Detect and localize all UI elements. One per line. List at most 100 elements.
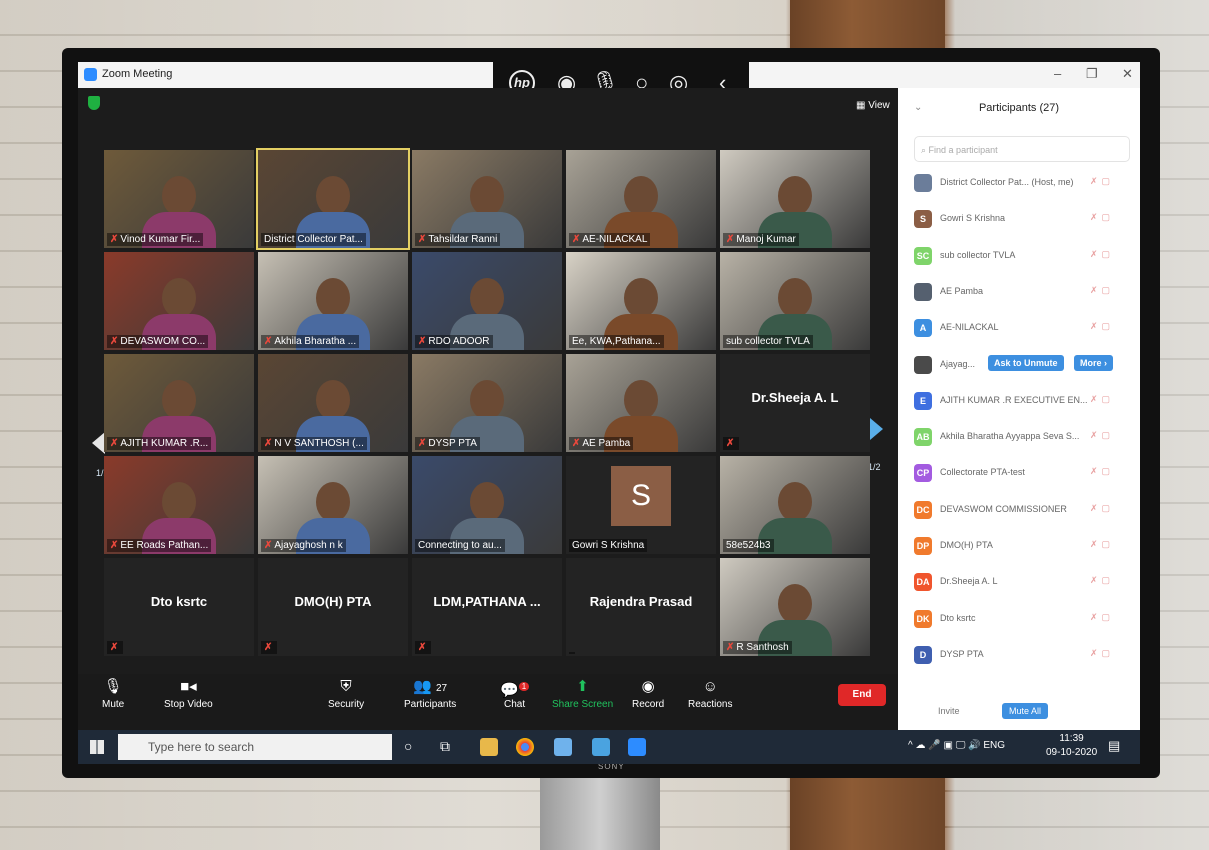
video-tile[interactable]: Connecting to au... [412,456,562,554]
taskbar-search-input[interactable]: Type here to search [118,734,392,760]
reactions-button[interactable]: ☺ Reactions [688,678,732,710]
system-tray[interactable]: ^ ☁ 🎤 ▣ 🖵 🔊 ENG [908,740,1005,751]
participant-name: DYSP PTA [940,648,984,659]
video-tile[interactable]: ✗ AE Pamba [566,354,716,452]
video-tile[interactable]: ✗ DYSP PTA [412,354,562,452]
encryption-shield-icon[interactable] [88,96,100,110]
windows-start-icon[interactable] [90,740,104,754]
video-tile[interactable]: ✗ RDO ADOOR [412,252,562,350]
more-button[interactable]: More › [1074,354,1113,371]
share-screen-icon: ⬆ [576,678,589,695]
participant-row[interactable]: E AJITH KUMAR .R EXECUTIVE EN... ✗▢ [914,386,1134,416]
task-view-icon[interactable]: ⧉ [440,738,458,756]
record-button[interactable]: ◉ Record [632,678,664,710]
file-explorer-icon[interactable] [480,738,498,756]
participant-face [778,176,812,216]
participant-row[interactable]: SC sub collector TVLA ✗▢ [914,241,1134,271]
security-button[interactable]: ⛨ Security [328,678,364,710]
mic-video-status-icon: ✗▢ [1090,321,1115,332]
video-tile[interactable]: sub collector TVLA [720,252,870,350]
tile-name-label: 58e524b3 [723,539,774,552]
tile-name-label: ✗ AE-NILACKAL [569,233,651,246]
participant-row[interactable]: DP DMO(H) PTA ✗▢ [914,531,1134,561]
participant-row[interactable]: Ajayag... Ask to Unmute More › [914,350,1134,380]
avatar: S [611,466,671,526]
video-tile[interactable]: ✗ Tahsildar Ranni [412,150,562,248]
video-tile[interactable]: Dto ksrtc ✗ [104,558,254,656]
video-tile[interactable]: ✗ N V SANTHOSH (... [258,354,408,452]
end-meeting-button[interactable]: End [838,684,886,706]
participant-row[interactable]: District Collector Pat... (Host, me) ✗▢ [914,168,1134,198]
tile-name-label: ✗ Tahsildar Ranni [415,233,501,246]
minimize-button[interactable]: – [1054,66,1061,81]
mute-button[interactable]: 🎙 Mute [102,678,124,710]
mic-muted-icon: ✗ [264,642,273,653]
video-tile[interactable]: Ee, KWA,Pathana... [566,252,716,350]
mic-muted-icon: ✗ [110,336,119,347]
video-tile[interactable]: DMO(H) PTA ✗ [258,558,408,656]
mic-muted-icon: ✗ [418,234,427,245]
stop-video-button[interactable]: ■◂ Stop Video [164,678,213,710]
mic-muted-icon: ✗ [264,336,273,347]
cortana-icon[interactable]: ○ [404,738,422,756]
participant-row[interactable]: AE Pamba ✗▢ [914,277,1134,307]
tile-big-name: DMO(H) PTA [294,594,372,609]
participant-name: AE Pamba [940,285,984,296]
mail-icon[interactable] [592,738,610,756]
tile-name-label: ✗ Ajayaghosh n k [261,539,346,552]
participant-search-input[interactable]: ⌕ Find a participant [914,136,1130,162]
chrome-icon[interactable] [516,738,534,756]
ask-to-unmute-button[interactable]: Ask to Unmute [988,354,1064,371]
view-button[interactable]: ▦ View [856,100,890,111]
share-screen-label: Share Screen [552,699,614,710]
video-tile[interactable]: ✗ EE Roads Pathan... [104,456,254,554]
zoom-taskbar-icon[interactable] [628,738,646,756]
participant-row[interactable]: S Gowri S Krishna ✗▢ [914,204,1134,234]
participant-row[interactable]: A AE-NILACKAL ✗▢ [914,313,1134,343]
notification-icon[interactable]: ▤ [1108,738,1126,756]
video-tile[interactable]: ✗ Ajayaghosh n k [258,456,408,554]
participant-face [470,380,504,420]
invite-button[interactable]: Invite [938,706,960,716]
video-tile[interactable]: District Collector Pat... [256,148,410,250]
video-tile[interactable]: ✗ Manoj Kumar [720,150,870,248]
video-tile[interactable]: Dr.Sheeja A. L ✗ [720,354,870,452]
mic-video-status-icon: ✗▢ [1090,466,1115,477]
tile-name-label: ✗ Manoj Kumar [723,233,799,246]
participant-name: AJITH KUMAR .R EXECUTIVE EN... [940,394,1088,405]
mic-video-status-icon: ✗▢ [1090,647,1115,658]
participant-row[interactable]: DA Dr.Sheeja A. L ✗▢ [914,567,1134,597]
share-screen-button[interactable]: ⬆ Share Screen [552,678,613,710]
video-tile[interactable]: S Gowri S Krishna [566,456,716,554]
participant-face [624,278,658,318]
close-button[interactable]: ✕ [1122,66,1133,82]
app-icon[interactable] [554,738,572,756]
participant-row[interactable]: D DYSP PTA ✗▢ [914,640,1134,670]
participant-row[interactable]: CP Collectorate PTA-test ✗▢ [914,458,1134,488]
video-tile[interactable]: LDM,PATHANA ... ✗ [412,558,562,656]
chat-button[interactable]: 💬 1 Chat [500,678,530,710]
stop-video-label: Stop Video [164,699,213,710]
video-tile[interactable]: ✗ AJITH KUMAR .R... [104,354,254,452]
video-tile[interactable]: ✗ AE-NILACKAL [566,150,716,248]
video-tile[interactable]: ✗ Vinod Kumar Fir... [104,150,254,248]
clock-date: 09-10-2020 [1046,747,1098,758]
video-tile[interactable]: 58e524b3 [720,456,870,554]
participant-avatar: DK [914,609,932,628]
next-page-arrow-icon[interactable] [870,418,883,440]
restore-button[interactable]: ❐ [1086,66,1098,82]
video-tile[interactable]: ✗ DEVASWOM CO... [104,252,254,350]
video-tile[interactable]: ✗ Akhila Bharatha ... [258,252,408,350]
participant-avatar: AB [914,428,932,447]
video-tile[interactable]: ✗ R Santhosh [720,558,870,656]
mute-all-button[interactable]: Mute All [1002,703,1049,719]
participants-button[interactable]: 👥 27 Participants [404,678,456,710]
video-camera-icon: ■◂ [180,678,197,695]
participant-row[interactable]: DK Dto ksrtc ✗▢ [914,604,1134,634]
participant-face [778,278,812,318]
participant-row[interactable]: AB Akhila Bharatha Ayyappa Seva S... ✗▢ [914,422,1134,452]
mic-muted-icon: ✗ [110,642,119,653]
participant-row[interactable]: DC DEVASWOM COMMISSIONER ✗▢ [914,495,1134,525]
video-tile[interactable]: Rajendra Prasad [566,558,716,656]
taskbar-clock[interactable]: 11:39 09-10-2020 [1046,732,1097,760]
